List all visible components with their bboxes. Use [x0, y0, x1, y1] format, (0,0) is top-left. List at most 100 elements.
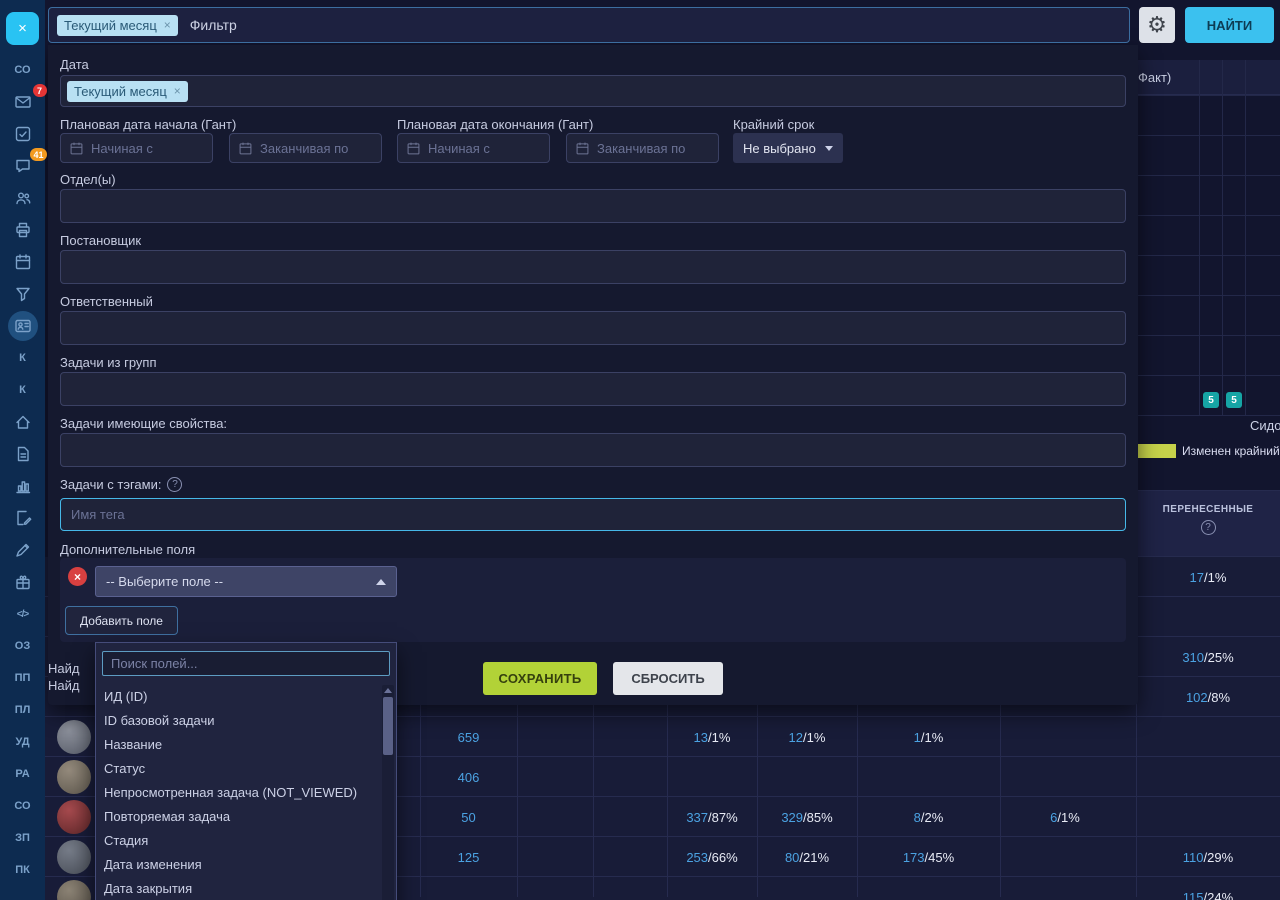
dropdown-scrollbar[interactable] — [382, 685, 394, 900]
department-input[interactable] — [61, 190, 1125, 222]
table-cell[interactable]: 406 — [420, 757, 517, 797]
plan-end-to[interactable] — [566, 133, 719, 163]
table-cell[interactable]: 310 / 25% — [1136, 637, 1280, 677]
groups-input[interactable] — [61, 373, 1125, 405]
sidebar-item-k-1[interactable]: К — [7, 348, 39, 368]
field-select[interactable]: -- Выберите поле -- — [95, 566, 397, 597]
field-option[interactable]: Стадия — [96, 829, 382, 853]
table-cell[interactable]: 12 / 1% — [757, 717, 857, 757]
sidebar-item-ud[interactable]: УД — [7, 732, 39, 752]
sidebar-item-printer[interactable] — [7, 220, 39, 240]
sidebar-item-so-1[interactable]: СО — [7, 60, 39, 80]
deadline-select[interactable]: Не выбрано — [733, 133, 843, 163]
table-cell[interactable]: 13 / 1% — [667, 717, 757, 757]
find-button[interactable]: НАЙТИ — [1185, 7, 1274, 43]
field-option[interactable]: Статус — [96, 757, 382, 781]
field-option[interactable]: Дата изменения — [96, 853, 382, 877]
table-cell[interactable]: 173 / 45% — [857, 837, 1000, 877]
responsible-field[interactable] — [60, 311, 1126, 345]
column-header-fragment: Факт) — [1136, 60, 1280, 95]
save-button[interactable]: СОХРАНИТЬ — [483, 662, 597, 695]
sidebar-item-pk[interactable]: ПК — [7, 860, 39, 880]
sidebar-item-zp[interactable]: ЗП — [7, 828, 39, 848]
calendar-icon — [14, 253, 32, 271]
table-cell[interactable]: 337 / 87% — [667, 797, 757, 837]
table-cell[interactable]: 115 / 24% — [1136, 877, 1280, 900]
sidebar-item-k-2[interactable]: К — [7, 380, 39, 400]
plan-start-label: Плановая дата начала (Гант) — [60, 117, 236, 132]
table-cell[interactable]: 253 / 66% — [667, 837, 757, 877]
help-icon[interactable]: ? — [167, 477, 182, 492]
settings-button[interactable]: ⚙ — [1139, 7, 1175, 43]
chat-icon — [14, 157, 32, 175]
field-option[interactable]: ИД (ID) — [96, 685, 382, 709]
props-input[interactable] — [61, 434, 1125, 466]
scrollbar-thumb[interactable] — [383, 697, 393, 755]
department-field[interactable] — [60, 189, 1126, 223]
table-cell[interactable]: 125 — [420, 837, 517, 877]
tags-field[interactable] — [60, 498, 1126, 531]
table-cell[interactable]: 50 — [420, 797, 517, 837]
sidebar-item-people[interactable] — [7, 188, 39, 208]
sidebar-item-oz[interactable]: ОЗ — [7, 636, 39, 656]
table-cell[interactable]: 17 / 1% — [1136, 557, 1280, 597]
help-icon[interactable]: ? — [1201, 520, 1216, 535]
sidebar-item-filter[interactable] — [7, 284, 39, 304]
creator-field[interactable] — [60, 250, 1126, 284]
plan-end-from[interactable] — [397, 133, 550, 163]
table-cell[interactable]: 6 / 1% — [1000, 797, 1130, 837]
sidebar-item-home[interactable] — [7, 412, 39, 432]
sidebar-item-mail[interactable]: 7 — [7, 92, 39, 112]
table-cell[interactable]: 80 / 21% — [757, 837, 857, 877]
props-field[interactable] — [60, 433, 1126, 467]
sidebar-item-pl[interactable]: ПЛ — [7, 700, 39, 720]
tag-name-input[interactable] — [61, 499, 1125, 530]
groups-field[interactable] — [60, 372, 1126, 406]
table-cell[interactable]: 1 / 1% — [857, 717, 1000, 757]
scroll-up-icon[interactable] — [384, 688, 392, 693]
code-icon: </> — [17, 609, 28, 620]
sidebar-item-chat[interactable]: 41 — [7, 156, 39, 176]
sidebar-item-document[interactable] — [7, 444, 39, 464]
column-title: ПЕРЕНЕСЕННЫЕ — [1163, 504, 1254, 515]
sidebar-item-report-active[interactable] — [7, 316, 39, 336]
field-option[interactable]: ID базовой задачи — [96, 709, 382, 733]
filter-search-bar[interactable]: Текущий месяц × Фильтр — [48, 7, 1130, 43]
table-cell[interactable]: 102 / 8% — [1136, 677, 1280, 717]
sidebar-item-pp[interactable]: ПП — [7, 668, 39, 688]
field-option[interactable]: Дата закрытия — [96, 877, 382, 900]
date-field[interactable]: Текущий месяц × — [60, 75, 1126, 107]
sidebar-item-ra[interactable]: РА — [7, 764, 39, 784]
chart-icon — [14, 477, 32, 495]
sidebar-item-calendar[interactable] — [7, 252, 39, 272]
reset-button[interactable]: СБРОСИТЬ — [613, 662, 723, 695]
plan-start-to[interactable] — [229, 133, 382, 163]
creator-input[interactable] — [61, 251, 1125, 283]
field-option[interactable]: Повторяемая задача — [96, 805, 382, 829]
table-cell[interactable]: 659 — [420, 717, 517, 757]
field-search-input[interactable] — [102, 651, 390, 676]
responsible-input[interactable] — [61, 312, 1125, 344]
sidebar-item-code[interactable]: </> — [7, 604, 39, 624]
table-cell[interactable]: 8 / 2% — [857, 797, 1000, 837]
props-label: Задачи имеющие свойства: — [60, 416, 227, 431]
sidebar-item-so-2[interactable]: СО — [7, 796, 39, 816]
calendar-icon — [69, 141, 84, 156]
sidebar-item-pen[interactable] — [7, 540, 39, 560]
groups-label: Задачи из групп — [60, 355, 157, 370]
plan-start-from[interactable] — [60, 133, 213, 163]
sidebar-item-gift[interactable] — [7, 572, 39, 592]
chip-remove-icon[interactable]: × — [174, 84, 181, 98]
sidebar-item-contract[interactable] — [7, 508, 39, 528]
sidebar-item-chart[interactable] — [7, 476, 39, 496]
found-count-line: Найд — [48, 661, 79, 676]
sidebar-item-tasks[interactable] — [7, 124, 39, 144]
sidebar-close-button[interactable]: × — [6, 12, 39, 45]
table-cell[interactable]: 110 / 29% — [1136, 837, 1280, 877]
chip-remove-icon[interactable]: × — [164, 18, 171, 32]
field-option[interactable]: Непросмотренная задача (NOT_VIEWED) — [96, 781, 382, 805]
remove-field-button[interactable]: × — [68, 567, 87, 586]
table-cell[interactable]: 329 / 85% — [757, 797, 857, 837]
field-option[interactable]: Название — [96, 733, 382, 757]
add-field-button[interactable]: Добавить поле — [65, 606, 178, 635]
